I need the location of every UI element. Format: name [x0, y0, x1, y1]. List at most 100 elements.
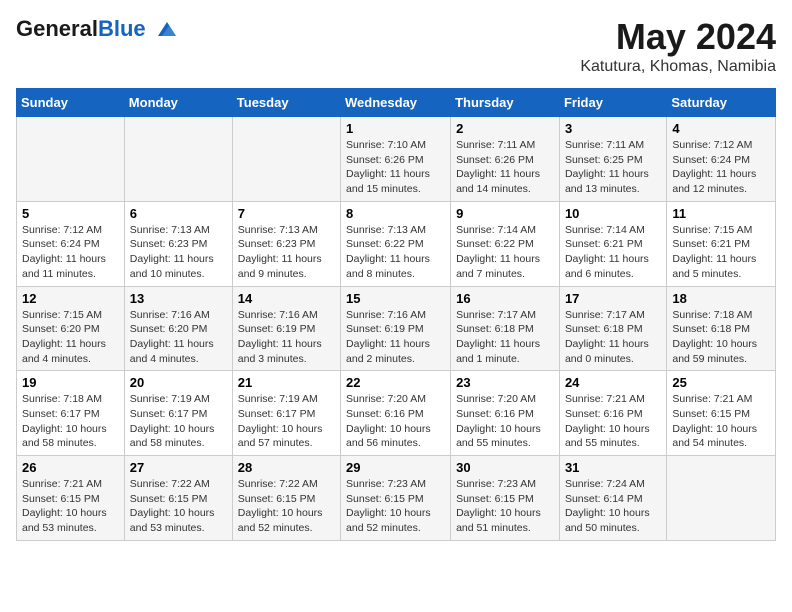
weekday-header-cell: Saturday	[667, 89, 776, 117]
day-info: Sunrise: 7:21 AMSunset: 6:16 PMDaylight:…	[565, 392, 661, 451]
day-cell: 29 Sunrise: 7:23 AMSunset: 6:15 PMDayligh…	[341, 456, 451, 541]
day-number: 30	[456, 460, 554, 475]
day-cell	[17, 117, 125, 202]
day-info: Sunrise: 7:17 AMSunset: 6:18 PMDaylight:…	[565, 308, 661, 367]
day-info: Sunrise: 7:16 AMSunset: 6:19 PMDaylight:…	[346, 308, 445, 367]
day-number: 13	[130, 291, 227, 306]
day-cell: 17Sunrise: 7:17 AMSunset: 6:18 PMDayligh…	[559, 286, 666, 371]
day-number: 26	[22, 460, 119, 475]
title-block: May 2024 Katutura, Khomas, Namibia	[580, 16, 776, 76]
day-number: 9	[456, 206, 554, 221]
day-cell: 2 Sunrise: 7:11 AMSunset: 6:26 PMDaylight…	[451, 117, 560, 202]
day-cell: 27 Sunrise: 7:22 AMSunset: 6:15 PMDayligh…	[124, 456, 232, 541]
day-number: 29	[346, 460, 445, 475]
day-number: 23	[456, 375, 554, 390]
day-cell: 10Sunrise: 7:14 AMSunset: 6:21 PMDayligh…	[559, 201, 666, 286]
day-number: 22	[346, 375, 445, 390]
day-number: 6	[130, 206, 227, 221]
day-info: Sunrise: 7:20 AMSunset: 6:16 PMDaylight:…	[456, 392, 554, 451]
day-info: Sunrise: 7:12 AMSunset: 6:24 PMDaylight:…	[672, 138, 770, 197]
weekday-header-cell: Thursday	[451, 89, 560, 117]
day-number: 20	[130, 375, 227, 390]
day-info: Sunrise: 7:17 AMSunset: 6:18 PMDaylight:…	[456, 308, 554, 367]
week-row: 5 Sunrise: 7:12 AMSunset: 6:24 PMDaylight…	[17, 201, 776, 286]
day-info: Sunrise: 7:11 AMSunset: 6:25 PMDaylight:…	[565, 138, 661, 197]
day-info: Sunrise: 7:15 AMSunset: 6:20 PMDaylight:…	[22, 308, 119, 367]
weekday-header-row: SundayMondayTuesdayWednesdayThursdayFrid…	[17, 89, 776, 117]
calendar-body: 1 Sunrise: 7:10 AMSunset: 6:26 PMDaylight…	[17, 117, 776, 541]
day-cell: 4Sunrise: 7:12 AMSunset: 6:24 PMDaylight…	[667, 117, 776, 202]
week-row: 19 Sunrise: 7:18 AMSunset: 6:17 PMDayligh…	[17, 371, 776, 456]
day-cell: 28Sunrise: 7:22 AMSunset: 6:15 PMDayligh…	[232, 456, 340, 541]
week-row: 12 Sunrise: 7:15 AMSunset: 6:20 PMDayligh…	[17, 286, 776, 371]
day-cell: 1 Sunrise: 7:10 AMSunset: 6:26 PMDaylight…	[341, 117, 451, 202]
day-cell: 13Sunrise: 7:16 AMSunset: 6:20 PMDayligh…	[124, 286, 232, 371]
day-cell	[667, 456, 776, 541]
day-info: Sunrise: 7:18 AMSunset: 6:17 PMDaylight:…	[22, 392, 119, 451]
day-cell: 26Sunrise: 7:21 AMSunset: 6:15 PMDayligh…	[17, 456, 125, 541]
weekday-header-cell: Sunday	[17, 89, 125, 117]
day-cell: 22 Sunrise: 7:20 AMSunset: 6:16 PMDayligh…	[341, 371, 451, 456]
day-cell: 18 Sunrise: 7:18 AMSunset: 6:18 PMDayligh…	[667, 286, 776, 371]
week-row: 26Sunrise: 7:21 AMSunset: 6:15 PMDayligh…	[17, 456, 776, 541]
day-number: 31	[565, 460, 661, 475]
logo-icon	[148, 18, 176, 40]
logo: GeneralBlue	[16, 16, 176, 42]
day-cell: 30 Sunrise: 7:23 AMSunset: 6:15 PMDayligh…	[451, 456, 560, 541]
day-number: 2	[456, 121, 554, 136]
day-cell: 8 Sunrise: 7:13 AMSunset: 6:22 PMDaylight…	[341, 201, 451, 286]
day-cell: 9Sunrise: 7:14 AMSunset: 6:22 PMDaylight…	[451, 201, 560, 286]
calendar-table: SundayMondayTuesdayWednesdayThursdayFrid…	[16, 88, 776, 541]
day-cell: 24 Sunrise: 7:21 AMSunset: 6:16 PMDayligh…	[559, 371, 666, 456]
day-info: Sunrise: 7:21 AMSunset: 6:15 PMDaylight:…	[672, 392, 770, 451]
day-cell: 14 Sunrise: 7:16 AMSunset: 6:19 PMDayligh…	[232, 286, 340, 371]
day-number: 12	[22, 291, 119, 306]
weekday-header-cell: Tuesday	[232, 89, 340, 117]
day-cell	[232, 117, 340, 202]
day-number: 14	[238, 291, 335, 306]
day-cell: 3Sunrise: 7:11 AMSunset: 6:25 PMDaylight…	[559, 117, 666, 202]
day-cell: 6 Sunrise: 7:13 AMSunset: 6:23 PMDaylight…	[124, 201, 232, 286]
day-number: 18	[672, 291, 770, 306]
week-row: 1 Sunrise: 7:10 AMSunset: 6:26 PMDaylight…	[17, 117, 776, 202]
day-number: 27	[130, 460, 227, 475]
weekday-header-cell: Friday	[559, 89, 666, 117]
day-info: Sunrise: 7:13 AMSunset: 6:23 PMDaylight:…	[130, 223, 227, 282]
day-cell: 16Sunrise: 7:17 AMSunset: 6:18 PMDayligh…	[451, 286, 560, 371]
day-info: Sunrise: 7:19 AMSunset: 6:17 PMDaylight:…	[130, 392, 227, 451]
day-info: Sunrise: 7:10 AMSunset: 6:26 PMDaylight:…	[346, 138, 445, 197]
location: Katutura, Khomas, Namibia	[580, 58, 776, 76]
day-cell: 20 Sunrise: 7:19 AMSunset: 6:17 PMDayligh…	[124, 371, 232, 456]
day-info: Sunrise: 7:11 AMSunset: 6:26 PMDaylight:…	[456, 138, 554, 197]
day-number: 21	[238, 375, 335, 390]
day-info: Sunrise: 7:22 AMSunset: 6:15 PMDaylight:…	[130, 477, 227, 536]
day-cell: 19 Sunrise: 7:18 AMSunset: 6:17 PMDayligh…	[17, 371, 125, 456]
day-number: 11	[672, 206, 770, 221]
day-number: 8	[346, 206, 445, 221]
day-info: Sunrise: 7:24 AMSunset: 6:14 PMDaylight:…	[565, 477, 661, 536]
day-info: Sunrise: 7:14 AMSunset: 6:21 PMDaylight:…	[565, 223, 661, 282]
weekday-header-cell: Monday	[124, 89, 232, 117]
day-cell: 23 Sunrise: 7:20 AMSunset: 6:16 PMDayligh…	[451, 371, 560, 456]
day-info: Sunrise: 7:23 AMSunset: 6:15 PMDaylight:…	[346, 477, 445, 536]
day-info: Sunrise: 7:23 AMSunset: 6:15 PMDaylight:…	[456, 477, 554, 536]
day-number: 1	[346, 121, 445, 136]
day-info: Sunrise: 7:20 AMSunset: 6:16 PMDaylight:…	[346, 392, 445, 451]
day-info: Sunrise: 7:19 AMSunset: 6:17 PMDaylight:…	[238, 392, 335, 451]
day-number: 25	[672, 375, 770, 390]
day-number: 19	[22, 375, 119, 390]
day-number: 15	[346, 291, 445, 306]
day-cell	[124, 117, 232, 202]
day-info: Sunrise: 7:12 AMSunset: 6:24 PMDaylight:…	[22, 223, 119, 282]
day-info: Sunrise: 7:16 AMSunset: 6:19 PMDaylight:…	[238, 308, 335, 367]
day-info: Sunrise: 7:18 AMSunset: 6:18 PMDaylight:…	[672, 308, 770, 367]
day-cell: 12 Sunrise: 7:15 AMSunset: 6:20 PMDayligh…	[17, 286, 125, 371]
day-cell: 25 Sunrise: 7:21 AMSunset: 6:15 PMDayligh…	[667, 371, 776, 456]
day-cell: 7Sunrise: 7:13 AMSunset: 6:23 PMDaylight…	[232, 201, 340, 286]
weekday-header-cell: Wednesday	[341, 89, 451, 117]
day-number: 7	[238, 206, 335, 221]
day-cell: 31 Sunrise: 7:24 AMSunset: 6:14 PMDayligh…	[559, 456, 666, 541]
day-number: 24	[565, 375, 661, 390]
day-info: Sunrise: 7:13 AMSunset: 6:22 PMDaylight:…	[346, 223, 445, 282]
day-number: 5	[22, 206, 119, 221]
